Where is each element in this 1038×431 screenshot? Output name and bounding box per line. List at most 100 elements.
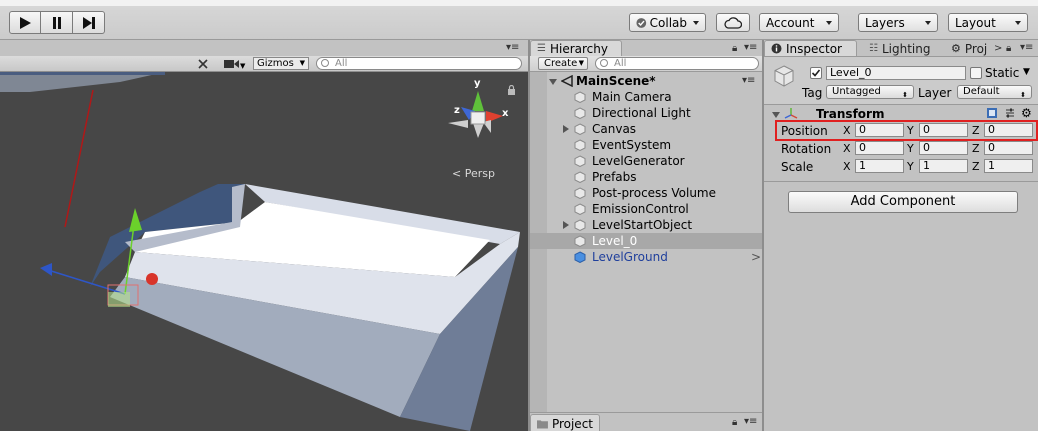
- gizmo-z-arrow[interactable]: [40, 263, 52, 276]
- scale-x-field[interactable]: 1: [855, 159, 904, 173]
- gizmo-center-cube[interactable]: [470, 111, 486, 125]
- gizmos-dropdown[interactable]: Gizmos ▼: [253, 57, 309, 70]
- hierarchy-item-eventsystem[interactable]: EventSystem: [530, 137, 762, 153]
- fold-closed-icon[interactable]: [563, 125, 569, 133]
- rotation-x-field[interactable]: 0: [855, 141, 904, 155]
- hierarchy-item-main-camera[interactable]: Main Camera: [530, 89, 762, 105]
- gear-icon[interactable]: ⚙: [1021, 106, 1032, 120]
- cloud-button[interactable]: [716, 13, 750, 32]
- fold-closed-icon[interactable]: [563, 221, 569, 229]
- rotation-y-axis-label: Y: [907, 142, 914, 155]
- world-axis-line: [64, 89, 94, 228]
- scene-name: MainScene*: [576, 74, 656, 88]
- gizmo-neg-y-cone[interactable]: [473, 123, 484, 138]
- lock-icon[interactable]: [507, 85, 516, 95]
- gizmo-z-label: z: [454, 105, 460, 116]
- tab-project[interactable]: Project: [530, 414, 600, 431]
- layout-dropdown[interactable]: Layout: [948, 13, 1028, 32]
- panel-menu-icon[interactable]: ▾≡: [1020, 42, 1033, 53]
- panel-menu-icon[interactable]: ▾≡: [744, 42, 757, 53]
- lighting-icon: ☷: [869, 43, 878, 54]
- fold-open-icon[interactable]: [772, 112, 780, 118]
- help-book-icon[interactable]: [986, 107, 998, 119]
- tag-label: Tag: [802, 86, 823, 100]
- hierarchy-item-post-process-volume[interactable]: Post-process Volume: [530, 185, 762, 201]
- projection-toggle[interactable]: < Persp: [452, 167, 495, 180]
- tab-inspector[interactable]: Inspector: [764, 40, 857, 56]
- chevron-right-icon[interactable]: >: [994, 43, 1002, 54]
- hierarchy-item-level-0-selected[interactable]: Level_0: [530, 233, 762, 249]
- hierarchy-item-levelgenerator[interactable]: LevelGenerator: [530, 153, 762, 169]
- object-name-field[interactable]: Level_0: [826, 66, 966, 80]
- hierarchy-item-directional-light[interactable]: Directional Light: [530, 105, 762, 121]
- chevron-down-icon: [693, 20, 699, 25]
- rotation-y-field[interactable]: 0: [919, 141, 968, 155]
- hierarchy-item-canvas[interactable]: Canvas: [530, 121, 762, 137]
- rotation-z-field[interactable]: 0: [984, 141, 1033, 155]
- step-button[interactable]: [73, 11, 105, 34]
- hierarchy-item-emissioncontrol[interactable]: EmissionControl: [530, 201, 762, 217]
- hierarchy-search-input[interactable]: All: [595, 57, 759, 70]
- scene-viewport[interactable]: y x z < Persp: [0, 72, 528, 431]
- tab-lighting[interactable]: ☷ Lighting: [862, 40, 942, 56]
- collab-label: Collab: [649, 15, 687, 30]
- collab-dropdown[interactable]: Collab: [629, 13, 706, 32]
- chevron-down-icon: ▼: [578, 59, 584, 67]
- create-dropdown[interactable]: Create ▼: [538, 57, 588, 70]
- lock-icon[interactable]: 🔒︎: [732, 43, 737, 54]
- fold-open-icon[interactable]: [549, 79, 557, 85]
- add-component-label: Add Component: [850, 194, 956, 209]
- hierarchy-item-label: LevelStartObject: [592, 218, 693, 232]
- hierarchy-list: MainScene* ▾≡ Main Camera Directional Li…: [530, 72, 762, 412]
- chevron-right-icon[interactable]: >: [751, 249, 761, 265]
- layers-dropdown[interactable]: Layers: [858, 13, 938, 32]
- tag-dropdown[interactable]: Untagged ⬍: [826, 85, 914, 99]
- scale-z-field[interactable]: 1: [984, 159, 1033, 173]
- camera-icon[interactable]: [224, 59, 240, 69]
- gizmo-y-cone[interactable]: [472, 91, 484, 111]
- scale-y-field[interactable]: 1: [919, 159, 968, 173]
- lock-icon[interactable]: 🔒︎: [1006, 43, 1011, 54]
- panel-menu-icon[interactable]: ▾≡: [744, 416, 757, 427]
- scene-search-input[interactable]: All: [316, 57, 522, 70]
- scene-menu-icon[interactable]: ▾≡: [742, 73, 755, 89]
- hierarchy-item-prefabs[interactable]: Prefabs: [530, 169, 762, 185]
- hierarchy-item-label: LevelGenerator: [592, 154, 685, 168]
- pause-button[interactable]: [41, 11, 73, 34]
- object-header: Level_0 Static ▼ Tag Untagged ⬍ Layer De…: [764, 57, 1038, 105]
- chevron-left-icon: <: [452, 167, 462, 180]
- layer-dropdown[interactable]: Default ⬍: [957, 85, 1032, 99]
- scale-z-value: 1: [988, 159, 995, 172]
- panel-menu-icon[interactable]: ▾≡: [506, 42, 519, 53]
- gizmo-plane-fill: [108, 292, 130, 307]
- scale-z-axis-label: Z: [972, 160, 980, 173]
- hierarchy-item-label: Main Camera: [592, 90, 672, 104]
- hierarchy-search-placeholder: All: [614, 58, 627, 69]
- playback-controls: [9, 11, 105, 34]
- inspector-tab-label: Inspector: [786, 41, 842, 56]
- play-icon: [20, 16, 31, 29]
- account-dropdown[interactable]: Account: [759, 13, 839, 32]
- checkmark-icon: [811, 69, 821, 77]
- add-component-button[interactable]: Add Component: [788, 191, 1018, 213]
- lock-icon[interactable]: 🔒︎: [732, 417, 737, 428]
- list-icon: ☰: [537, 43, 546, 54]
- play-button[interactable]: [9, 11, 41, 34]
- chevron-down-icon[interactable]: ▼: [1023, 67, 1030, 77]
- chevron-down-icon[interactable]: ▼: [240, 62, 245, 70]
- scene-root-row[interactable]: MainScene* ▾≡: [530, 73, 762, 89]
- search-icon: [321, 59, 329, 67]
- hierarchy-item-levelground[interactable]: LevelGround >: [530, 249, 762, 265]
- hierarchy-item-levelstartobject[interactable]: LevelStartObject: [530, 217, 762, 233]
- presets-icon[interactable]: [1004, 107, 1016, 119]
- gizmo-y-arrow[interactable]: [129, 208, 142, 232]
- active-checkbox[interactable]: [810, 67, 822, 79]
- tab-hierarchy[interactable]: ☰ Hierarchy: [530, 40, 622, 56]
- scale-y-value: 1: [923, 159, 930, 172]
- gizmo-neg-x-cone[interactable]: [448, 120, 468, 128]
- info-icon: [771, 43, 782, 54]
- gizmo-x-handle[interactable]: [146, 273, 158, 285]
- static-checkbox[interactable]: [970, 67, 982, 79]
- up-down-icon: ⬍: [902, 91, 908, 99]
- tools-icon[interactable]: [197, 58, 209, 70]
